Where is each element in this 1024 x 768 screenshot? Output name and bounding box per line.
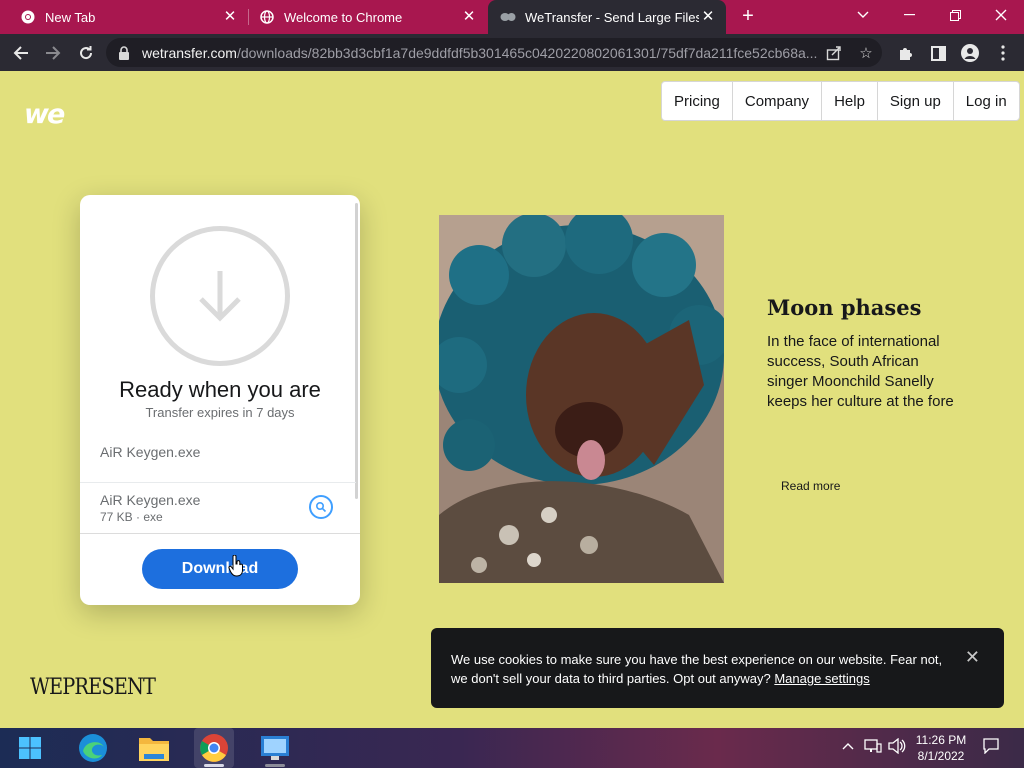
- url-text: wetransfer.com/downloads/82bb3d3cbf1a7de…: [142, 44, 818, 61]
- windows-taskbar: 11:26 PM 8/1/2022: [0, 728, 1024, 768]
- reload-icon[interactable]: [73, 40, 99, 66]
- browser-toolbar: wetransfer.com/downloads/82bb3d3cbf1a7de…: [0, 34, 1024, 71]
- menu-kebab-icon[interactable]: [990, 40, 1016, 66]
- tab-wetransfer[interactable]: WeTransfer - Send Large Files & Share Ph…: [488, 0, 726, 34]
- clock-date: 8/1/2022: [917, 749, 965, 763]
- download-button[interactable]: Download: [142, 549, 298, 589]
- lock-icon[interactable]: [118, 45, 132, 60]
- file-explorer-icon[interactable]: [134, 728, 174, 768]
- close-cookie-icon[interactable]: ✕: [965, 647, 980, 668]
- divider: [80, 533, 360, 534]
- running-indicator: [265, 764, 285, 767]
- nav-sign-up[interactable]: Sign up: [878, 82, 954, 120]
- back-icon[interactable]: [8, 40, 34, 66]
- nav-log-in[interactable]: Log in: [954, 82, 1019, 120]
- card-scrollbar[interactable]: [355, 203, 358, 499]
- start-icon[interactable]: [10, 728, 50, 768]
- new-tab-button[interactable]: +: [736, 5, 760, 29]
- tab-title: Welcome to Chrome: [284, 9, 403, 25]
- remote-desktop-icon[interactable]: [255, 728, 295, 768]
- nav-company[interactable]: Company: [733, 82, 823, 120]
- notification-icon[interactable]: [983, 738, 999, 757]
- chevron-up-icon[interactable]: [842, 738, 854, 753]
- close-window-icon[interactable]: [978, 0, 1024, 30]
- hand-cursor-icon: [228, 554, 244, 577]
- wepresent-logo[interactable]: WEPRESENT: [30, 675, 156, 700]
- globe-icon: [259, 9, 275, 25]
- wetransfer-logo[interactable]: we: [24, 99, 65, 130]
- extensions-icon[interactable]: [893, 40, 919, 66]
- active-indicator: [204, 764, 224, 767]
- read-more-link[interactable]: Read more: [781, 479, 840, 493]
- restore-icon[interactable]: [932, 0, 978, 30]
- network-icon[interactable]: [864, 738, 882, 757]
- chrome-icon: [20, 9, 36, 25]
- tab-search-icon[interactable]: [840, 0, 886, 30]
- tab-title: New Tab: [45, 9, 96, 25]
- share-icon[interactable]: [824, 43, 844, 63]
- bookmark-star-icon[interactable]: ☆: [856, 43, 876, 63]
- browser-tab-strip: New Tab ✕ Welcome to Chrome ✕ WeTransfer…: [0, 0, 1024, 34]
- article-title[interactable]: Moon phases: [767, 295, 921, 320]
- close-tab-icon[interactable]: ✕: [461, 9, 477, 25]
- clock-time: 11:26 PM: [915, 733, 967, 747]
- divider: [80, 482, 356, 483]
- nav-pricing[interactable]: Pricing: [662, 82, 733, 120]
- transfer-title: Ready when you are: [119, 377, 321, 402]
- side-panel-icon[interactable]: [925, 40, 951, 66]
- close-tab-icon[interactable]: ✕: [700, 9, 716, 25]
- download-arrow-icon: [150, 226, 290, 366]
- wetransfer-icon: [500, 9, 516, 25]
- magnifier-icon: [315, 501, 327, 513]
- tab-welcome-to-chrome[interactable]: Welcome to Chrome ✕: [249, 0, 487, 34]
- transfer-expiry: Transfer expires in 7 days: [145, 405, 295, 420]
- forward-icon[interactable]: [40, 40, 66, 66]
- tab-new-tab[interactable]: New Tab ✕: [0, 0, 248, 34]
- close-tab-icon[interactable]: ✕: [222, 9, 238, 25]
- address-bar[interactable]: wetransfer.com/downloads/82bb3d3cbf1a7de…: [106, 38, 882, 67]
- edge-icon[interactable]: [73, 728, 113, 768]
- tab-title: WeTransfer - Send Large Files & Share Ph…: [525, 9, 699, 25]
- nav-help[interactable]: Help: [822, 82, 878, 120]
- profile-avatar-icon[interactable]: [957, 40, 983, 66]
- cookie-text: We use cookies to make sure you have the…: [451, 652, 943, 686]
- transfer-message: AiR Keygen.exe: [100, 444, 201, 460]
- top-nav: Pricing Company Help Sign up Log in: [661, 81, 1020, 121]
- transfer-card: Ready when you are Transfer expires in 7…: [80, 195, 360, 605]
- cookie-banner: We use cookies to make sure you have the…: [431, 628, 1004, 708]
- article-photo[interactable]: [439, 215, 724, 583]
- chrome-icon[interactable]: [194, 728, 234, 768]
- article-body: In the face of international success, So…: [767, 333, 954, 410]
- file-name: AiR Keygen.exe: [100, 492, 201, 508]
- file-meta: 77 KB · exe: [100, 510, 163, 524]
- system-clock[interactable]: 11:26 PM 8/1/2022: [902, 732, 980, 764]
- manage-settings-link[interactable]: Manage settings: [774, 671, 869, 686]
- minimize-icon[interactable]: [886, 0, 932, 30]
- wetransfer-page: we Pricing Company Help Sign up Log in R…: [0, 71, 1024, 728]
- preview-file-button[interactable]: [309, 495, 333, 519]
